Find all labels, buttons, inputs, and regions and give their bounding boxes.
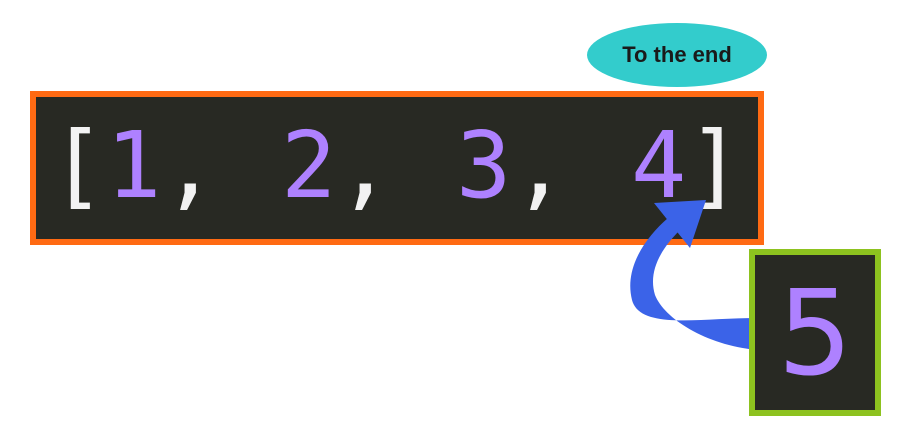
comma-separator: , [162,112,218,219]
comma-separator: , [337,112,393,219]
comma-separator: , [512,112,568,219]
new-element-value: 5 [777,263,853,402]
callout-label: To the end [622,42,732,67]
new-element-panel: 5 [749,249,881,416]
array-item-1: 1 [106,112,162,219]
to-the-end-callout: To the end [587,23,767,87]
array-item-2: 2 [281,112,337,219]
close-bracket: ] [687,112,743,219]
array-item-3: 3 [456,112,512,219]
array-panel: [ 1 , 2 , 3 , 4 ] [30,91,764,245]
open-bracket: [ [50,112,106,219]
array-item-4: 4 [631,112,687,219]
